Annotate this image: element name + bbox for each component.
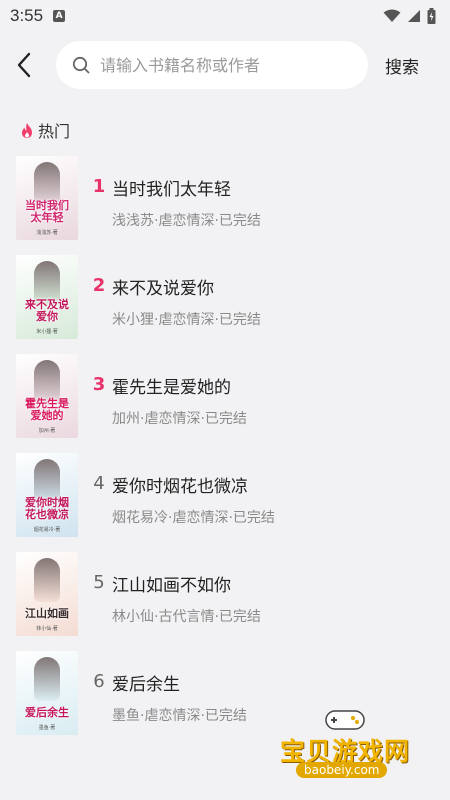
book-title: 爱后余生 xyxy=(112,675,180,695)
book-title: 江山如画不如你 xyxy=(112,576,231,596)
status-bar: 3:55 A xyxy=(0,0,450,32)
rank-number: 3 xyxy=(92,374,106,395)
cover-figure xyxy=(34,558,60,602)
book-info: 来不及说爱你 米小狸·虐恋情深·已完结 xyxy=(112,274,261,329)
hot-section-header: 热门 xyxy=(20,118,70,142)
cover-title: 霍先生是爱她的 xyxy=(25,397,69,422)
book-info: 当时我们太年轻 浅浅苏·虐恋情深·已完结 xyxy=(112,175,261,230)
book-meta: 浅浅苏·虐恋情深·已完结 xyxy=(112,213,261,229)
status-right xyxy=(383,8,436,24)
rank-number: 5 xyxy=(93,572,105,593)
book-meta: 加州·虐恋情深·已完结 xyxy=(112,411,247,427)
site-watermark: 宝贝游戏网 baobeiy.com xyxy=(274,706,424,786)
cover-author: 米小狸·著 xyxy=(36,329,58,335)
chevron-left-icon xyxy=(17,52,31,78)
book-info: 江山如画不如你 林小仙·古代言情·已完结 xyxy=(112,571,261,626)
cover-author: 墨鱼·著 xyxy=(38,725,56,731)
book-title: 霍先生是爱她的 xyxy=(112,378,231,398)
rank-number: 2 xyxy=(92,275,106,296)
search-box[interactable] xyxy=(56,41,368,89)
book-info: 爱后余生 墨鱼·虐恋情深·已完结 xyxy=(112,670,247,725)
section-title: 热门 xyxy=(38,122,71,141)
cover-title: 江山如画 xyxy=(25,607,69,620)
rank-number: 4 xyxy=(93,473,105,494)
cover-title: 爱你时烟花也微凉 xyxy=(25,496,69,521)
battery-icon xyxy=(427,8,436,24)
list-item[interactable]: 霍先生是爱她的 加州·著 3 霍先生是爱她的 加州·虐恋情深·已完结 xyxy=(0,354,450,453)
book-info: 霍先生是爱她的 加州·虐恋情深·已完结 xyxy=(112,373,247,428)
list-item[interactable]: 爱你时烟花也微凉 烟花易冷·著 4 爱你时烟花也微凉 烟花易冷·虐恋情深·已完结 xyxy=(0,453,450,552)
cover-figure xyxy=(34,657,60,701)
book-cover: 江山如画 林小仙·著 xyxy=(16,552,78,636)
book-cover: 霍先生是爱她的 加州·著 xyxy=(16,354,78,438)
gamepad-icon xyxy=(325,710,365,730)
search-input[interactable] xyxy=(100,55,340,75)
wifi-icon xyxy=(383,9,401,22)
cover-title: 爱后余生 xyxy=(25,706,69,719)
book-cover: 爱后余生 墨鱼·著 xyxy=(16,651,78,735)
notification-app-icon: A xyxy=(53,10,66,22)
search-button[interactable]: 搜索 xyxy=(385,53,419,78)
book-meta: 米小狸·虐恋情深·已完结 xyxy=(112,312,261,328)
book-list: 当时我们太年轻 浅浅苏·著 1 当时我们太年轻 浅浅苏·虐恋情深·已完结 来不及… xyxy=(0,156,450,750)
book-meta: 墨鱼·虐恋情深·已完结 xyxy=(112,708,247,724)
list-item[interactable]: 来不及说爱你 米小狸·著 2 来不及说爱你 米小狸·虐恋情深·已完结 xyxy=(0,255,450,354)
book-title: 当时我们太年轻 xyxy=(112,180,231,200)
cover-author: 林小仙·著 xyxy=(36,626,58,632)
flame-icon xyxy=(22,122,32,138)
cover-title: 当时我们太年轻 xyxy=(25,199,69,224)
status-left: 3:55 A xyxy=(10,6,66,26)
cover-author: 浅浅苏·著 xyxy=(36,230,58,236)
book-meta: 烟花易冷·虐恋情深·已完结 xyxy=(112,510,275,526)
back-button[interactable] xyxy=(4,40,44,90)
book-cover: 爱你时烟花也微凉 烟花易冷·著 xyxy=(16,453,78,537)
book-title: 爱你时烟花也微凉 xyxy=(112,477,248,497)
book-title: 来不及说爱你 xyxy=(112,279,214,299)
search-header: 搜索 xyxy=(0,40,450,90)
list-item[interactable]: 当时我们太年轻 浅浅苏·著 1 当时我们太年轻 浅浅苏·虐恋情深·已完结 xyxy=(0,156,450,255)
list-item[interactable]: 江山如画 林小仙·著 5 江山如画不如你 林小仙·古代言情·已完结 xyxy=(0,552,450,651)
rank-number: 6 xyxy=(93,671,105,692)
cover-title: 来不及说爱你 xyxy=(25,298,69,323)
cover-author: 加州·著 xyxy=(38,428,56,434)
book-meta: 林小仙·古代言情·已完结 xyxy=(112,609,261,625)
rank-number: 1 xyxy=(92,176,106,197)
status-time: 3:55 xyxy=(10,6,44,25)
search-icon xyxy=(72,56,90,74)
cover-author: 烟花易冷·著 xyxy=(33,527,61,533)
watermark-url: baobeiy.com xyxy=(296,762,388,778)
cell-signal-icon xyxy=(408,10,420,22)
book-cover: 当时我们太年轻 浅浅苏·著 xyxy=(16,156,78,240)
book-cover: 来不及说爱你 米小狸·著 xyxy=(16,255,78,339)
book-info: 爱你时烟花也微凉 烟花易冷·虐恋情深·已完结 xyxy=(112,472,275,527)
